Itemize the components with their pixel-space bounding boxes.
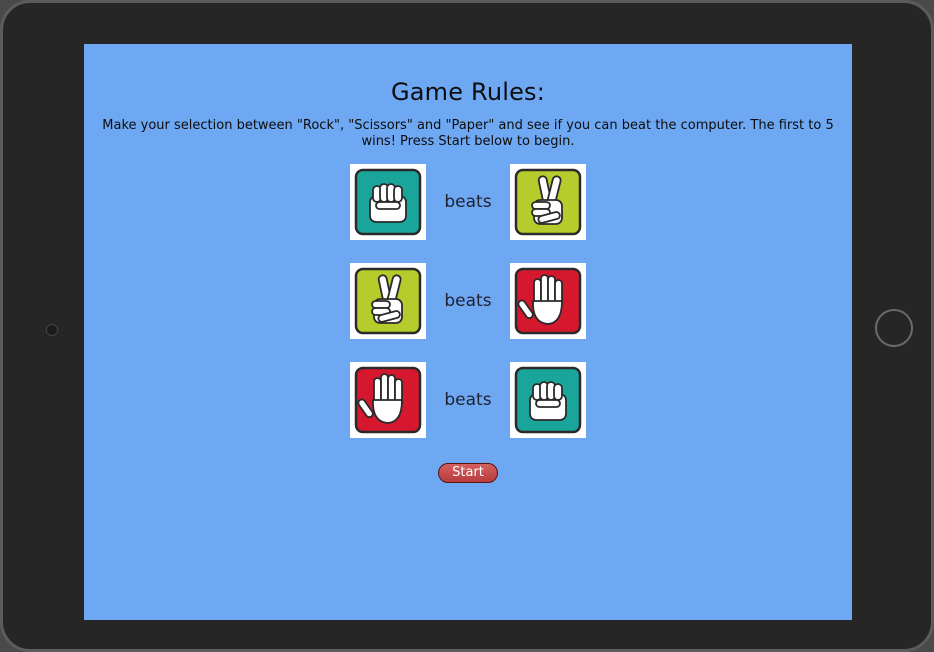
start-button[interactable]: Start [438,463,498,483]
rules-list: beats beats beats [84,164,852,438]
beats-label: beats [444,291,492,311]
tablet-frame: Game Rules: Make your selection between … [0,0,934,652]
game-screen: Game Rules: Make your selection between … [84,44,852,620]
rule-row: beats [84,164,852,240]
scissors-icon [350,263,426,339]
beats-label: beats [444,390,492,410]
rock-icon [510,362,586,438]
home-button[interactable] [875,309,913,347]
camera-icon [46,324,58,336]
scissors-icon [510,164,586,240]
beats-label: beats [444,192,492,212]
rules-description: Make your selection between "Rock", "Sci… [102,118,834,149]
paper-icon [350,362,426,438]
paper-icon [510,263,586,339]
rule-row: beats [84,362,852,438]
rock-icon [350,164,426,240]
rule-row: beats [84,263,852,339]
page-title: Game Rules: [390,78,546,106]
